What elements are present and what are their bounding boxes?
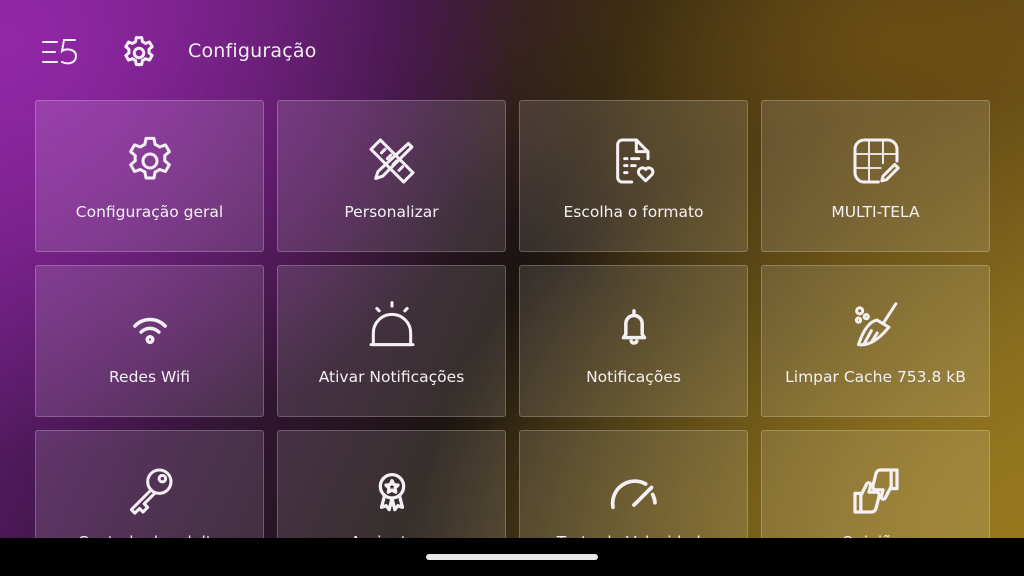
settings-grid: Configuração geral Personalizar Escolha …	[35, 100, 990, 576]
menu-icon	[42, 39, 78, 65]
page-title: Configuração	[188, 40, 317, 62]
tile-label: Ativar Notificações	[318, 368, 465, 386]
wifi-icon	[122, 298, 178, 354]
tile-clear-cache[interactable]: Limpar Cache 753.8 kB	[761, 265, 990, 417]
grid-edit-icon	[848, 133, 904, 189]
settings-button[interactable]	[120, 34, 158, 72]
tile-label: Configuração geral	[75, 203, 224, 221]
system-navigation-bar	[0, 538, 1024, 576]
thumbs-icon	[848, 463, 904, 519]
tile-choose-format[interactable]: Escolha o formato	[519, 100, 748, 252]
top-bar: Configuração	[0, 0, 1024, 100]
speedometer-icon	[606, 463, 662, 519]
tile-notifications[interactable]: Notificações	[519, 265, 748, 417]
siren-icon	[364, 298, 420, 354]
tile-customize[interactable]: Personalizar	[277, 100, 506, 252]
bell-icon	[606, 298, 662, 354]
broom-icon	[848, 298, 904, 354]
key-icon	[122, 463, 178, 519]
award-badge-icon	[364, 463, 420, 519]
tile-enable-notifications[interactable]: Ativar Notificações	[277, 265, 506, 417]
tile-multi-screen[interactable]: MULTI-TELA	[761, 100, 990, 252]
menu-button[interactable]	[40, 34, 80, 70]
tile-label: Escolha o formato	[563, 203, 704, 221]
ruler-pencil-icon	[364, 133, 420, 189]
tile-label: Personalizar	[344, 203, 439, 221]
tile-label: MULTI-TELA	[831, 203, 920, 221]
home-indicator[interactable]	[426, 554, 598, 560]
tile-general-settings[interactable]: Configuração geral	[35, 100, 264, 252]
tile-wifi-networks[interactable]: Redes Wifi	[35, 265, 264, 417]
tile-label: Redes Wifi	[108, 368, 191, 386]
gear-icon	[122, 133, 178, 189]
gear-icon	[124, 36, 154, 67]
tile-label: Limpar Cache 753.8 kB	[785, 368, 966, 386]
document-heart-icon	[606, 133, 662, 189]
tile-label: Notificações	[586, 368, 681, 386]
